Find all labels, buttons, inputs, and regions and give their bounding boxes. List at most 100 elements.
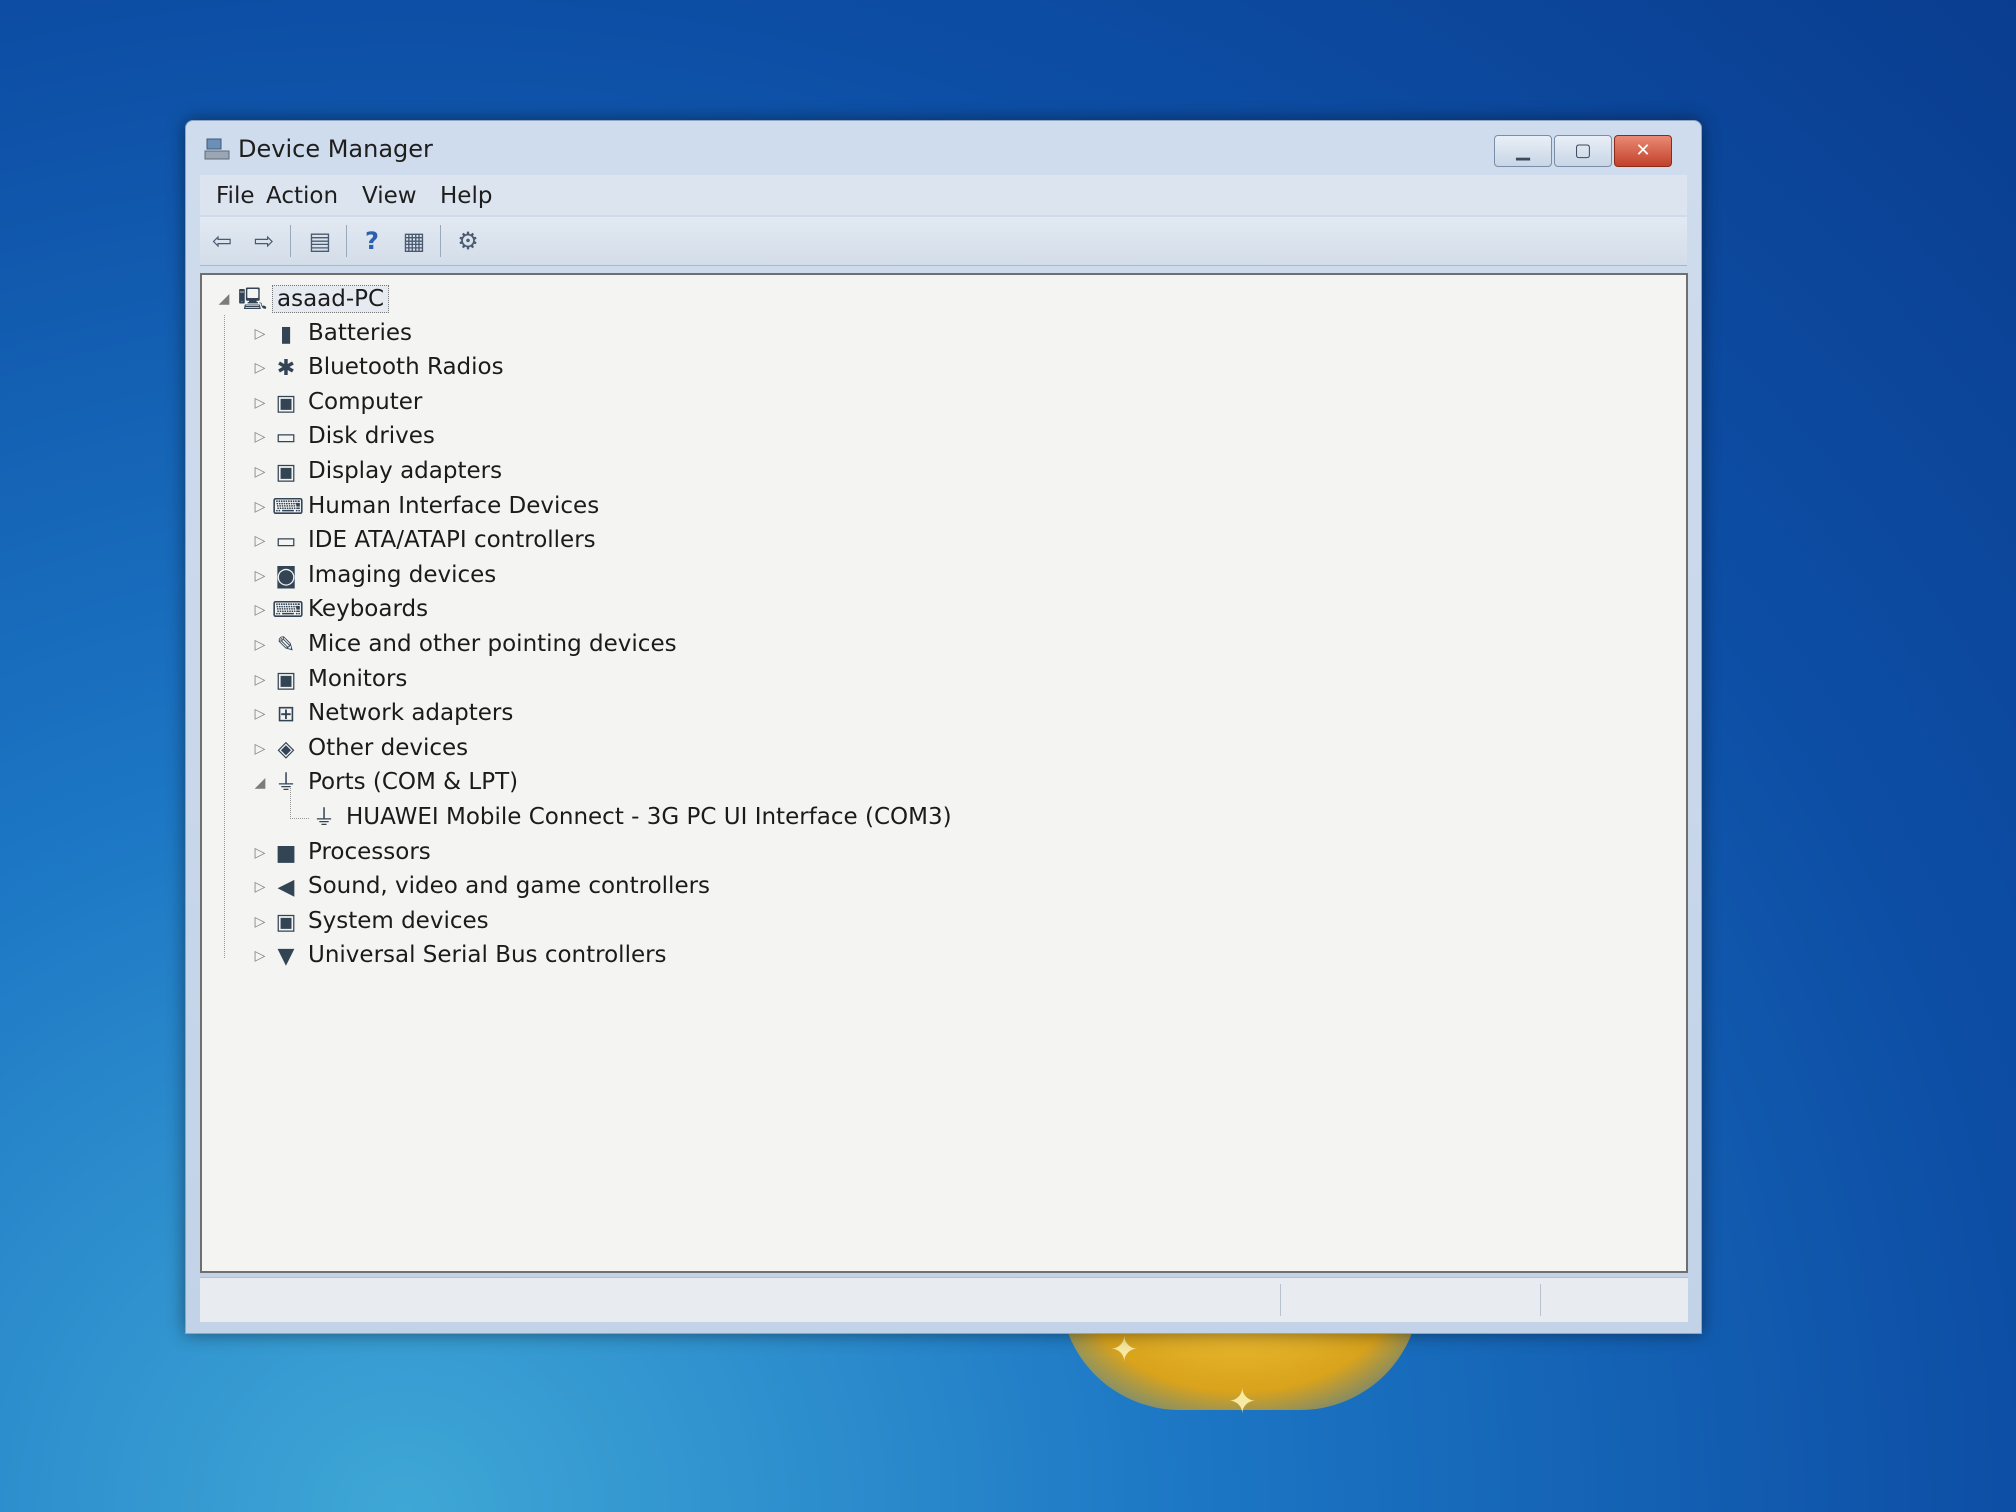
tree-item-label: Mice and other pointing devices — [308, 631, 677, 657]
tree-root[interactable]: ◢ 🖳 asaad-PC — [216, 283, 616, 317]
tree-item-human-interface-devices[interactable]: ▷ ⌨ Human Interface Devices — [252, 491, 1152, 525]
ide-controller-icon: ▭ — [275, 529, 297, 555]
tree-item-disk-drives[interactable]: ▷ ▭ Disk drives — [252, 421, 1152, 455]
expand-icon[interactable]: ▷ — [252, 672, 268, 688]
other-devices-icon: ◈ — [277, 736, 295, 762]
close-button[interactable]: ✕ — [1614, 135, 1672, 167]
toolbar-separator — [346, 225, 347, 257]
hid-icon: ⌨ — [272, 494, 304, 520]
expand-icon[interactable]: ▷ — [252, 360, 268, 376]
device-tree[interactable]: ◢ 🖳 asaad-PC ▷ ▮ Batteries ▷ ✱ Bluetooth Radi… — [200, 273, 1688, 1273]
monitor-icon: ▣ — [275, 667, 297, 693]
tree-item-universal-serial-bus-controllers[interactable]: ▷ ▼ Universal Serial Bus controllers — [252, 940, 1152, 974]
expand-icon[interactable]: ▷ — [252, 429, 268, 445]
tree-root-label: asaad-PC — [272, 285, 390, 313]
collapse-icon[interactable]: ◢ — [216, 291, 232, 307]
tree-item-label: IDE ATA/ATAPI controllers — [308, 527, 596, 554]
tree-item-sound-video-and-game-controllers[interactable]: ▷ ◀ Sound, video and game controllers — [252, 871, 1152, 905]
mouse-icon: ✎ — [276, 633, 296, 658]
expand-icon[interactable]: ▷ — [252, 741, 268, 757]
toolbar-separator — [290, 225, 291, 257]
properties-pane-icon[interactable]: ▦ — [398, 227, 430, 255]
battery-icon: ▮ — [279, 321, 293, 347]
network-adapter-icon: ⊞ — [276, 702, 296, 728]
expand-icon[interactable]: ▷ — [252, 602, 268, 618]
expand-icon[interactable]: ▷ — [252, 464, 268, 480]
title-bar[interactable]: Device Manager ▁ ▢ ✕ — [186, 121, 1701, 173]
expand-icon[interactable]: ▷ — [252, 706, 268, 722]
menu-help[interactable]: Help — [440, 183, 492, 209]
menu-action[interactable]: Action — [266, 183, 338, 209]
imaging-device-icon: ◙ — [275, 563, 297, 589]
tree-connector-line — [290, 788, 309, 819]
expand-icon[interactable]: ▷ — [252, 533, 268, 549]
toolbar: ⇦ ⇨ ▤ ? ▦ ⚙ — [200, 217, 1687, 266]
tree-item-label: Processors — [308, 838, 431, 865]
scan-hardware-icon[interactable]: ⚙ — [452, 227, 484, 255]
back-arrow-icon[interactable]: ⇦ — [206, 227, 238, 255]
collapse-icon[interactable]: ◢ — [252, 775, 268, 791]
display-adapter-icon: ▣ — [275, 460, 297, 485]
status-divider — [1280, 1284, 1281, 1316]
tree-item-label: Network adapters — [308, 700, 514, 727]
tree-item-batteries[interactable]: ▷ ▮ Batteries — [252, 318, 1152, 352]
window-title: Device Manager — [238, 135, 433, 163]
tree-item-imaging-devices[interactable]: ▷ ◙ Imaging devices — [252, 560, 1152, 594]
expand-icon[interactable]: ▷ — [252, 499, 268, 515]
tree-item-network-adapters[interactable]: ▷ ⊞ Network adapters — [252, 698, 1152, 732]
tree-item-label: Bluetooth Radios — [308, 354, 504, 381]
help-icon[interactable]: ? — [356, 227, 388, 255]
menu-bar: File Action View Help — [200, 175, 1687, 215]
computer-icon: ▣ — [275, 390, 297, 416]
menu-view[interactable]: View — [362, 183, 417, 209]
port-device-icon: ⏚ — [312, 806, 335, 831]
tree-item-computer[interactable]: ▷ ▣ Computer — [252, 387, 1152, 421]
tree-item-label: Batteries — [308, 319, 413, 346]
tree-item-label: Sound, video and game controllers — [308, 873, 711, 900]
menu-file[interactable]: File — [216, 183, 255, 209]
tree-item-mice-and-other-pointing-devices[interactable]: ▷ ✎ Mice and other pointing devices — [252, 629, 1152, 663]
expand-icon[interactable]: ▷ — [252, 948, 268, 964]
tree-item-label: Keyboards — [308, 596, 429, 623]
tree-item-ide-ata-atapi-controllers[interactable]: ▷ ▭ IDE ATA/ATAPI controllers — [252, 525, 1152, 559]
device-manager-window: Device Manager ▁ ▢ ✕ File Action View He… — [185, 120, 1702, 1334]
expand-icon[interactable]: ▷ — [252, 326, 268, 342]
show-hide-console-tree-icon[interactable]: ▤ — [304, 227, 336, 255]
expand-icon[interactable]: ▷ — [252, 568, 268, 584]
tree-item-system-devices[interactable]: ▷ ▣ System devices — [252, 906, 1152, 940]
maximize-button[interactable]: ▢ — [1554, 135, 1612, 167]
minimize-button[interactable]: ▁ — [1494, 135, 1552, 167]
tree-item-processors[interactable]: ▷ ■ Processors — [252, 837, 1152, 871]
tree-child-huawei-mobile-connect-3g-pc-ui-interface-com3[interactable]: ⏚ HUAWEI Mobile Connect - 3G PC UI Interf… — [290, 788, 1190, 836]
tree-item-label: Computer — [308, 388, 423, 415]
disk-drive-icon: ▭ — [275, 425, 297, 451]
tree-connector-line — [224, 315, 225, 958]
tree-item-label: Universal Serial Bus controllers — [308, 942, 667, 969]
tree-item-label: Display adapters — [308, 458, 503, 484]
expand-icon[interactable]: ▷ — [252, 914, 268, 930]
tree-item-label: Ports (COM & LPT) — [308, 769, 519, 796]
usb-icon: ▼ — [277, 944, 295, 970]
processor-icon: ■ — [275, 840, 297, 866]
expand-icon[interactable]: ▷ — [252, 879, 268, 895]
bluetooth-icon: ✱ — [276, 356, 296, 382]
tree-item-label: Imaging devices — [308, 561, 497, 588]
expand-icon[interactable]: ▷ — [252, 845, 268, 861]
expand-icon[interactable]: ▷ — [252, 637, 268, 653]
tree-item-display-adapters[interactable]: ▷ ▣ Display adapters — [252, 456, 1152, 490]
tree-item-other-devices[interactable]: ▷ ◈ Other devices — [252, 733, 1152, 767]
device-manager-icon — [204, 138, 230, 160]
tree-item-label: Other devices — [308, 734, 469, 761]
tree-item-label: Monitors — [308, 665, 408, 692]
tree-item-label: Human Interface Devices — [308, 492, 600, 519]
tree-item-bluetooth-radios[interactable]: ▷ ✱ Bluetooth Radios — [252, 352, 1152, 386]
expand-icon[interactable]: ▷ — [252, 395, 268, 411]
wallpaper-sparkle: ✦ — [1110, 1330, 1139, 1370]
wallpaper-sparkle: ✦ — [1228, 1382, 1257, 1422]
tree-item-label: System devices — [308, 907, 489, 934]
forward-arrow-icon[interactable]: ⇨ — [248, 227, 280, 255]
tree-item-keyboards[interactable]: ▷ ⌨ Keyboards — [252, 594, 1152, 628]
toolbar-separator — [440, 225, 441, 257]
tree-item-ports-com-lpt[interactable]: ◢ ⏚ Ports (COM & LPT) — [252, 767, 1152, 801]
tree-item-monitors[interactable]: ▷ ▣ Monitors — [252, 664, 1152, 698]
